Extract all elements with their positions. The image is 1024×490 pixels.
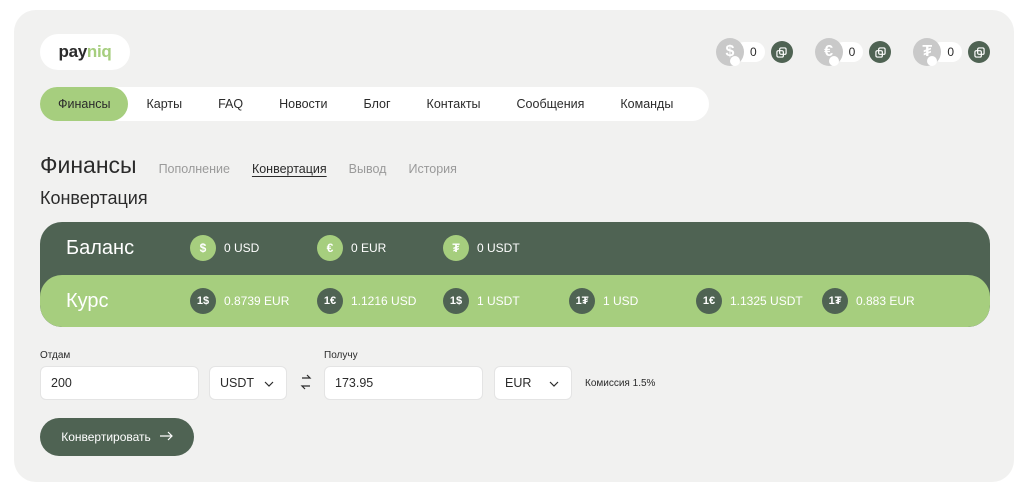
subtab-withdraw[interactable]: Вывод	[349, 162, 387, 176]
rates-label: Курс	[66, 289, 109, 312]
balance-usd-value: 0 USD	[224, 241, 260, 255]
give-label: Отдам	[40, 350, 71, 361]
balance-usdt-value: 0 USDT	[477, 241, 520, 255]
balance-eur-value: 0 EUR	[351, 241, 387, 255]
rate-item: 1$ 0.8739 EUR	[190, 288, 289, 314]
chevron-down-icon	[264, 376, 274, 390]
arrow-right-icon	[159, 430, 173, 444]
logo[interactable]: pay niq	[40, 34, 130, 70]
get-currency-select[interactable]: EUR	[494, 366, 572, 400]
convert-button[interactable]: Конвертировать	[40, 418, 194, 456]
wallet-usdt: ₮ 0	[913, 38, 990, 66]
rate-item: 1₮ 1 USD	[569, 288, 638, 314]
dollar-icon: 1$	[443, 288, 469, 314]
swap-icon[interactable]	[300, 373, 312, 394]
get-amount-input[interactable]: 173.95	[324, 366, 483, 400]
give-currency-value: USDT	[220, 376, 255, 390]
rate-item: 1€ 1.1325 USDT	[696, 288, 803, 314]
nav-item-contacts[interactable]: Контакты	[409, 87, 499, 121]
main-nav: Финансы Карты FAQ Новости Блог Контакты …	[40, 87, 710, 121]
balance-label: Баланс	[66, 236, 135, 259]
nav-item-faq[interactable]: FAQ	[200, 87, 261, 121]
copy-icon[interactable]	[968, 41, 990, 63]
dollar-icon: 1$	[190, 288, 216, 314]
rate-item: 1₮ 0.883 EUR	[822, 288, 915, 314]
copy-icon[interactable]	[770, 41, 793, 63]
subtab-conversion[interactable]: Конвертация	[252, 162, 327, 176]
rate-value: 1 USD	[603, 294, 639, 308]
euro-icon: 1€	[317, 288, 343, 314]
convert-button-label: Конвертировать	[61, 430, 151, 444]
nav-item-finance[interactable]: Финансы	[40, 87, 129, 121]
fee-text: Комиссия 1.5%	[585, 378, 656, 389]
balance-row: Баланс $ 0 USD € 0 EUR ₮ 0 USDT	[40, 222, 990, 274]
section-title: Конвертация	[40, 188, 148, 208]
balance-usd: $ 0 USD	[190, 235, 259, 261]
euro-icon: 1€	[696, 288, 722, 314]
rate-value: 0.8739 EUR	[224, 294, 290, 308]
rate-value: 1.1325 USDT	[730, 294, 803, 308]
rate-item: 1€ 1.1216 USD	[317, 288, 416, 314]
nav-item-blog[interactable]: Блог	[346, 87, 409, 121]
euro-icon: €	[814, 38, 843, 66]
give-currency-select[interactable]: USDT	[209, 366, 287, 400]
nav-item-messages[interactable]: Сообщения	[499, 87, 603, 121]
title-row: Финансы Пополнение Конвертация Вывод Ист…	[40, 152, 457, 179]
balance-eur: € 0 EUR	[317, 235, 386, 261]
dollar-icon: $	[190, 235, 216, 261]
logo-part-2: niq	[86, 42, 112, 61]
logo-part-1: pay	[58, 42, 88, 61]
nav-item-cards[interactable]: Карты	[128, 87, 200, 121]
rate-item: 1$ 1 USDT	[443, 288, 520, 314]
wallet-balances: $ 0 € 0 ₮ 0	[715, 38, 990, 66]
tether-icon: 1₮	[822, 288, 848, 314]
subtab-deposit[interactable]: Пополнение	[159, 162, 230, 176]
get-currency-value: EUR	[505, 376, 532, 390]
main-card: pay niq $ 0 € 0 ₮ 0 Финансы Карты FAQ Но…	[14, 10, 1014, 482]
rate-value: 1.1216 USD	[351, 294, 417, 308]
nav-item-news[interactable]: Новости	[261, 87, 345, 121]
give-amount-input[interactable]: 200	[40, 366, 199, 400]
tether-icon: ₮	[913, 38, 942, 66]
balance-rates-panel: Баланс $ 0 USD € 0 EUR ₮ 0 USDT Курс 1$ …	[40, 222, 990, 327]
euro-icon: €	[317, 235, 343, 261]
page-title: Финансы	[40, 152, 137, 178]
subtab-history[interactable]: История	[408, 162, 456, 176]
get-label: Получу	[324, 350, 358, 361]
rate-value: 0.883 EUR	[856, 294, 915, 308]
chevron-down-icon	[549, 376, 559, 390]
tether-icon: ₮	[443, 235, 469, 261]
dollar-icon: $	[715, 38, 744, 66]
copy-icon[interactable]	[869, 41, 892, 63]
tether-icon: 1₮	[569, 288, 595, 314]
balance-usdt: ₮ 0 USDT	[443, 235, 520, 261]
nav-item-teams[interactable]: Команды	[602, 87, 691, 121]
rate-value: 1 USDT	[477, 294, 520, 308]
rates-row: Курс 1$ 0.8739 EUR 1€ 1.1216 USD 1$ 1 US…	[40, 275, 990, 327]
wallet-eur: € 0	[814, 38, 892, 66]
wallet-usd: $ 0	[715, 38, 793, 66]
